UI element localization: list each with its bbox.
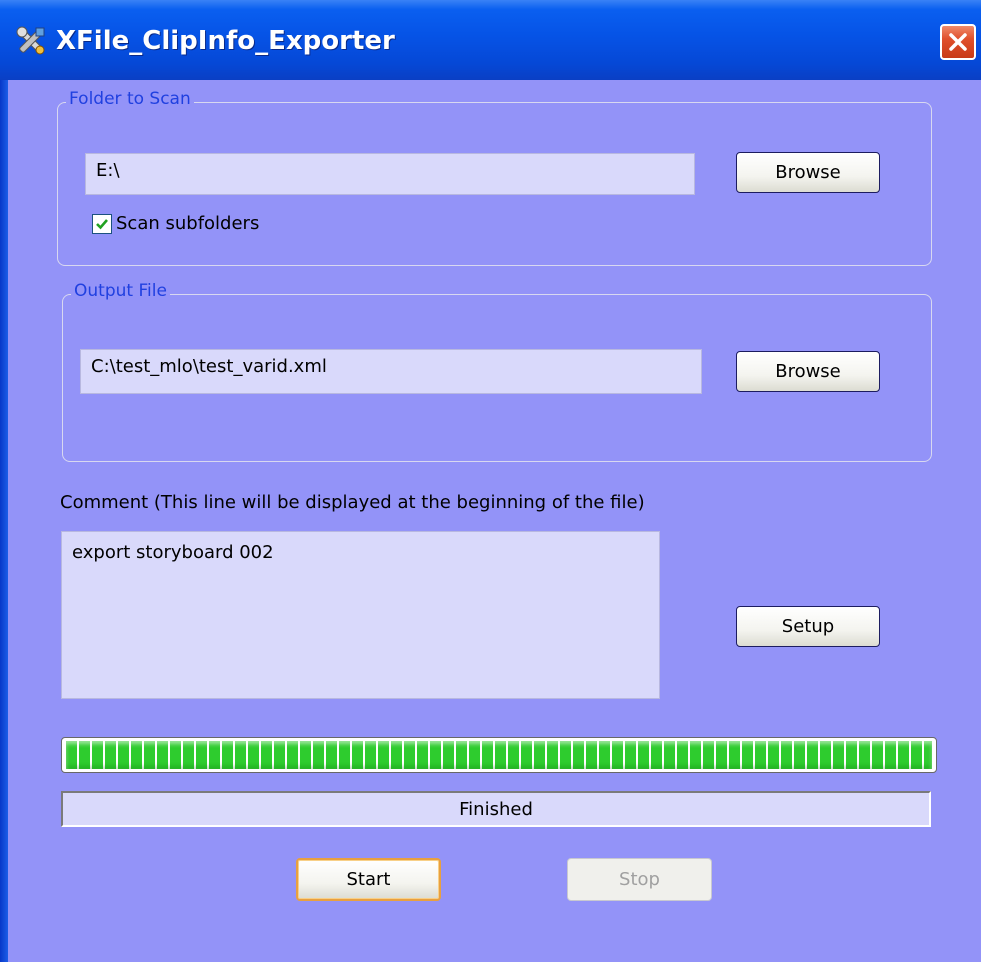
title-bar[interactable]: XFile_ClipInfo_Exporter [0, 0, 981, 80]
scan-subfolders-checkbox[interactable] [92, 213, 112, 234]
output-browse-button[interactable]: Browse [736, 351, 880, 392]
stop-button[interactable]: Stop [567, 858, 712, 901]
window-title: XFile_ClipInfo_Exporter [56, 26, 395, 56]
status-bar: Finished [61, 791, 931, 827]
close-button[interactable] [940, 24, 976, 60]
app-window: XFile_ClipInfo_Exporter Folder to Scan E… [0, 0, 981, 962]
close-icon [949, 33, 967, 51]
start-button[interactable]: Start [296, 858, 441, 901]
status-text: Finished [459, 798, 533, 820]
folder-browse-button[interactable]: Browse [736, 152, 880, 193]
comment-textarea[interactable]: export storyboard 002 [61, 531, 660, 699]
output-file-legend: Output File [71, 281, 170, 301]
progress-bar [61, 737, 937, 773]
comment-label: Comment (This line will be displayed at … [60, 492, 645, 513]
checkmark-icon [96, 218, 108, 229]
scan-subfolders-label[interactable]: Scan subfolders [116, 213, 259, 234]
folder-to-scan-legend: Folder to Scan [66, 89, 194, 109]
window-frame-left [0, 0, 8, 962]
tools-icon [14, 24, 48, 58]
setup-button[interactable]: Setup [736, 606, 880, 647]
scan-subfolders-row[interactable]: Scan subfolders [92, 213, 259, 234]
folder-path-input[interactable]: E:\ [85, 153, 695, 195]
output-path-input[interactable]: C:\test_mlo\test_varid.xml [80, 349, 702, 394]
progress-fill [66, 741, 932, 769]
